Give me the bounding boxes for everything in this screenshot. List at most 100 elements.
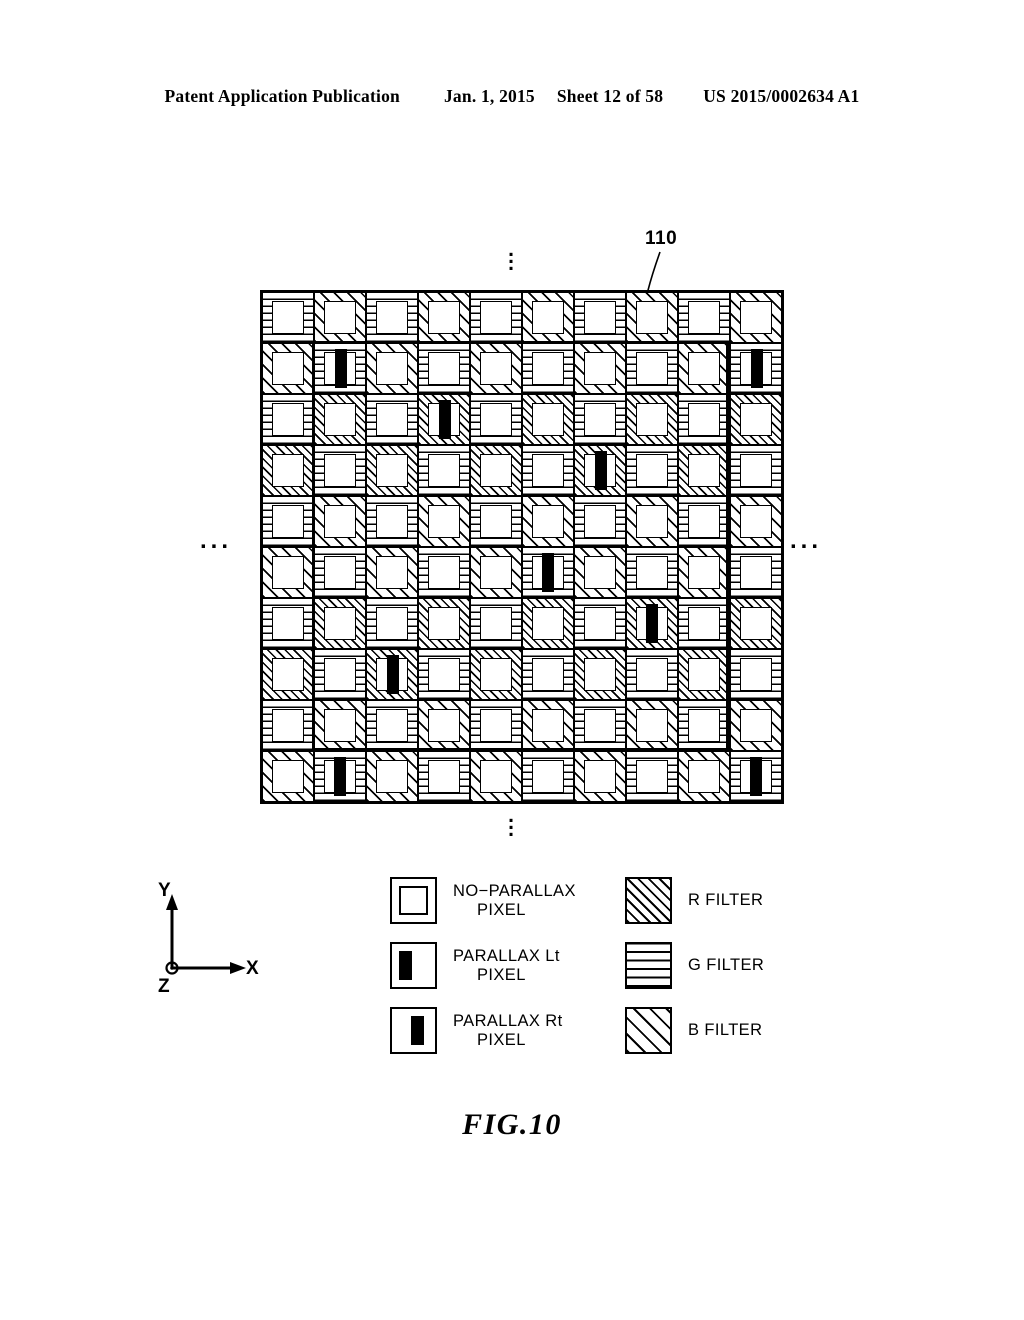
axis-label-x: X bbox=[246, 958, 259, 979]
pixel-aperture bbox=[324, 556, 356, 589]
pixel-aperture bbox=[480, 301, 512, 334]
parallax-lt-mask bbox=[751, 349, 763, 388]
pixel-cell bbox=[678, 547, 730, 598]
legend-label-line1: PARALLAX Lt bbox=[453, 946, 560, 965]
pixel-cell bbox=[626, 598, 678, 649]
pixel-cell bbox=[262, 445, 314, 496]
pixel-aperture bbox=[740, 403, 772, 436]
pixel-cell bbox=[626, 751, 678, 802]
pixel-cell bbox=[522, 343, 574, 394]
pixel-cell bbox=[366, 343, 418, 394]
pixel-aperture bbox=[376, 352, 408, 385]
pixel-aperture bbox=[688, 658, 720, 691]
pixel-cell bbox=[418, 496, 470, 547]
pixel-cell bbox=[522, 700, 574, 751]
parallax-rt-pixel-swatch bbox=[390, 1007, 437, 1054]
pixel-aperture bbox=[376, 709, 408, 742]
ellipsis-left: ... bbox=[200, 527, 233, 554]
pixel-cell bbox=[418, 547, 470, 598]
pixel-aperture bbox=[272, 658, 304, 691]
pixel-cell bbox=[730, 751, 782, 802]
pixel-aperture bbox=[688, 505, 720, 538]
pixel-cell bbox=[730, 700, 782, 751]
pixel-cell bbox=[262, 598, 314, 649]
no-parallax-pixel-swatch bbox=[390, 877, 437, 924]
pixel-cell bbox=[522, 445, 574, 496]
pixel-cell bbox=[418, 292, 470, 343]
ellipsis-dot: . bbox=[508, 818, 514, 841]
pixel-aperture bbox=[324, 505, 356, 538]
pixel-cell bbox=[470, 343, 522, 394]
pixel-aperture bbox=[324, 709, 356, 742]
ellipsis-dot: . bbox=[508, 252, 514, 275]
pixel-aperture bbox=[428, 556, 460, 589]
pixel-cell bbox=[730, 394, 782, 445]
pixel-cell bbox=[730, 598, 782, 649]
pixel-cell bbox=[678, 445, 730, 496]
legend-item-parallax-lt-pixel: PARALLAX Lt PIXEL bbox=[390, 933, 576, 998]
pixel-aperture bbox=[480, 403, 512, 436]
b-filter-swatch bbox=[625, 1007, 672, 1054]
pixel-cell bbox=[678, 700, 730, 751]
pixel-cell bbox=[522, 394, 574, 445]
pixel-cell bbox=[366, 598, 418, 649]
pixel-cell bbox=[574, 700, 626, 751]
pixel-cell bbox=[314, 649, 366, 700]
parallax-rt-mask bbox=[750, 757, 762, 796]
pixel-cell bbox=[262, 496, 314, 547]
legend-label-g-filter: G FILTER bbox=[688, 956, 765, 974]
ellipsis-right: ... bbox=[790, 527, 823, 554]
g-filter-swatch bbox=[625, 942, 672, 989]
pixel-cell bbox=[262, 751, 314, 802]
pixel-cell bbox=[418, 394, 470, 445]
pixel-aperture bbox=[740, 607, 772, 640]
pixel-cell bbox=[314, 496, 366, 547]
pixel-cell bbox=[730, 649, 782, 700]
pixel-aperture bbox=[376, 556, 408, 589]
pixel-cell bbox=[262, 649, 314, 700]
pixel-cell bbox=[522, 547, 574, 598]
pixel-aperture bbox=[532, 352, 564, 385]
pixel-aperture bbox=[636, 709, 668, 742]
mask-lt-shape bbox=[399, 951, 412, 980]
pixel-cell bbox=[678, 496, 730, 547]
b-hatch-pattern bbox=[627, 1009, 670, 1052]
pixel-aperture bbox=[376, 760, 408, 793]
pixel-cell bbox=[470, 598, 522, 649]
pixel-cell bbox=[418, 445, 470, 496]
pixel-cell bbox=[470, 496, 522, 547]
pixel-aperture bbox=[272, 301, 304, 334]
pixel-cell bbox=[678, 343, 730, 394]
pixel-aperture bbox=[688, 709, 720, 742]
pixel-cell bbox=[574, 445, 626, 496]
parallax-lt-mask bbox=[595, 451, 607, 490]
pixel-aperture bbox=[272, 352, 304, 385]
legend-label-line1: PARALLAX Rt bbox=[453, 1011, 563, 1030]
pixel-cell bbox=[366, 496, 418, 547]
pixel-aperture bbox=[636, 505, 668, 538]
pixel-cell bbox=[730, 547, 782, 598]
pixel-cell bbox=[574, 751, 626, 802]
parallax-lt-mask bbox=[335, 349, 347, 388]
pixel-aperture bbox=[428, 505, 460, 538]
pixel-aperture bbox=[480, 607, 512, 640]
pixel-aperture bbox=[688, 607, 720, 640]
pixel-cell bbox=[574, 394, 626, 445]
pixel-aperture bbox=[636, 352, 668, 385]
pixel-aperture bbox=[428, 760, 460, 793]
pixel-cell bbox=[470, 649, 522, 700]
pixel-aperture bbox=[428, 301, 460, 334]
pixel-aperture bbox=[584, 403, 616, 436]
pixel-aperture bbox=[272, 403, 304, 436]
pixel-cell bbox=[470, 394, 522, 445]
pixel-cell bbox=[522, 496, 574, 547]
ellipsis-bottom: . . . bbox=[506, 805, 516, 841]
pixel-cell bbox=[314, 292, 366, 343]
ellipsis-top: . . . bbox=[506, 239, 516, 275]
pixel-cell bbox=[522, 598, 574, 649]
pixel-cell bbox=[366, 547, 418, 598]
pixel-cell bbox=[574, 547, 626, 598]
pixel-cell bbox=[314, 700, 366, 751]
pixel-cell bbox=[366, 394, 418, 445]
parallax-lt-mask bbox=[439, 400, 451, 439]
